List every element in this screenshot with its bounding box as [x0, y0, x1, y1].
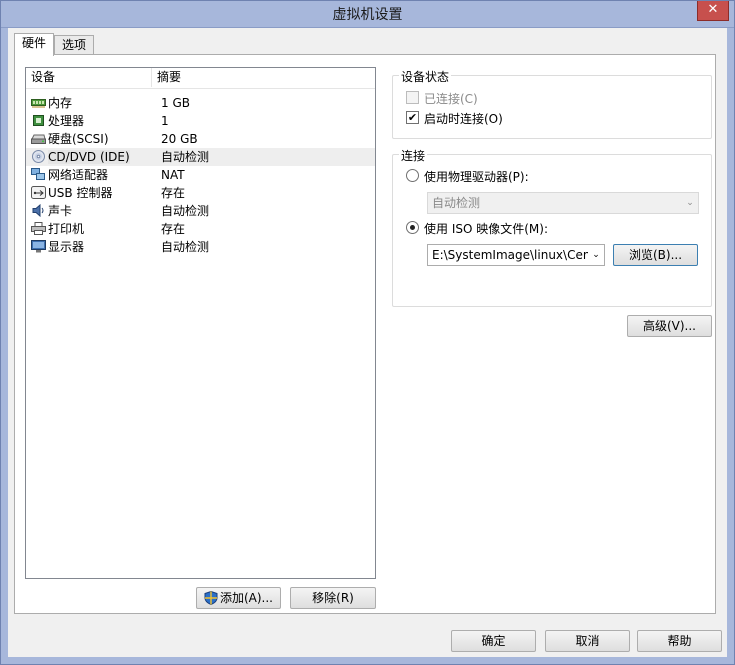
advanced-label: 高级(V)... — [642, 319, 697, 333]
iso-path-value: E:\SystemImage\linux\Cent — [432, 248, 596, 262]
cd-dvd-icon — [31, 150, 46, 163]
tab-options-label: 选项 — [61, 38, 86, 52]
use-physical-drive-label: 使用物理驱动器(P): — [424, 170, 529, 184]
browse-label: 浏览(B)... — [628, 248, 683, 262]
device-name: 声卡 — [48, 204, 73, 218]
remove-device-label: 移除(R) — [312, 591, 354, 605]
cancel-label: 取消 — [575, 634, 600, 648]
device-name: 处理器 — [48, 114, 85, 128]
device-summary: NAT — [161, 168, 185, 182]
device-summary: 1 GB — [161, 96, 190, 110]
remove-device-button[interactable]: 移除(R) — [290, 587, 376, 609]
ok-label: 确定 — [481, 634, 506, 648]
cancel-button[interactable]: 取消 — [545, 630, 630, 652]
connected-checkbox[interactable] — [406, 91, 419, 104]
network-adapter-icon — [31, 168, 46, 181]
help-button[interactable]: 帮助 — [637, 630, 722, 652]
device-name: USB 控制器 — [48, 186, 113, 200]
window-title: 虚拟机设置 — [332, 7, 403, 23]
device-name: 显示器 — [48, 240, 85, 254]
use-physical-drive-radio[interactable] — [406, 169, 419, 182]
device-status-title: 设备状态 — [399, 68, 452, 85]
device-summary: 20 GB — [161, 132, 198, 146]
device-row-printer[interactable]: 打印机 存在 — [26, 220, 375, 238]
add-device-label: 添加(A)... — [219, 591, 274, 605]
chevron-down-icon: ⌄ — [588, 245, 604, 265]
device-row-processor[interactable]: 处理器 1 — [26, 112, 375, 130]
connect-at-power-on-checkbox[interactable]: ✔ — [406, 111, 419, 124]
connection-title: 连接 — [399, 147, 428, 164]
close-icon: ✕ — [707, 2, 719, 17]
device-name: 内存 — [48, 96, 73, 110]
display-icon — [31, 240, 46, 253]
check-icon: ✔ — [407, 111, 418, 124]
device-summary: 自动检测 — [161, 150, 210, 164]
memory-icon — [31, 96, 46, 109]
connection-group: 连接 使用物理驱动器(P): 自动检测 ⌄ 使用 ISO 映像文件(M): E:… — [392, 147, 712, 307]
use-iso-label: 使用 ISO 映像文件(M): — [424, 222, 548, 236]
dialog-client-area: 硬件 选项 设备 摘要 内存 1 GB 处理器 1 硬盘(SCSI) 20 GB… — [8, 28, 727, 657]
device-row-display[interactable]: 显示器 自动检测 — [26, 238, 375, 256]
iso-path-combo[interactable]: E:\SystemImage\linux\Cent ⌄ — [427, 244, 605, 266]
device-row-network-adapter[interactable]: 网络适配器 NAT — [26, 166, 375, 184]
physical-drive-select[interactable]: 自动检测 ⌄ — [427, 192, 699, 214]
device-row-usb-controller[interactable]: USB 控制器 存在 — [26, 184, 375, 202]
tab-options[interactable]: 选项 — [54, 35, 94, 55]
hardware-panel: 设备 摘要 内存 1 GB 处理器 1 硬盘(SCSI) 20 GB CD/DV… — [14, 54, 716, 614]
printer-icon — [31, 222, 46, 235]
use-iso-radio[interactable] — [406, 221, 419, 234]
device-summary: 存在 — [161, 186, 186, 200]
processor-icon — [31, 114, 46, 127]
device-summary: 存在 — [161, 222, 186, 236]
connect-at-power-on-label: 启动时连接(O) — [424, 112, 503, 126]
device-row-memory[interactable]: 内存 1 GB — [26, 94, 375, 112]
tab-hardware-label: 硬件 — [21, 36, 46, 50]
physical-drive-value: 自动检测 — [432, 196, 481, 210]
title-bar: 虚拟机设置 ✕ — [0, 0, 735, 28]
device-list[interactable]: 设备 摘要 内存 1 GB 处理器 1 硬盘(SCSI) 20 GB CD/DV… — [25, 67, 376, 579]
device-list-header: 设备 摘要 — [26, 68, 375, 89]
tab-hardware[interactable]: 硬件 — [14, 33, 54, 56]
device-summary: 自动检测 — [161, 240, 210, 254]
chevron-down-icon: ⌄ — [682, 193, 698, 213]
close-button[interactable]: ✕ — [697, 0, 729, 21]
column-header-summary[interactable]: 摘要 — [152, 68, 357, 87]
help-label: 帮助 — [667, 634, 692, 648]
device-name: 网络适配器 — [48, 168, 109, 182]
ok-button[interactable]: 确定 — [451, 630, 536, 652]
add-device-button[interactable]: 添加(A)... — [196, 587, 281, 609]
device-name: 打印机 — [48, 222, 85, 236]
browse-button[interactable]: 浏览(B)... — [613, 244, 698, 266]
connected-label: 已连接(C) — [424, 92, 478, 106]
device-row-sound-card[interactable]: 声卡 自动检测 — [26, 202, 375, 220]
device-status-group: 设备状态 已连接(C) ✔ 启动时连接(O) — [392, 68, 712, 139]
device-row-hard-disk[interactable]: 硬盘(SCSI) 20 GB — [26, 130, 375, 148]
column-header-device[interactable]: 设备 — [26, 68, 152, 87]
sound-card-icon — [31, 203, 46, 218]
device-summary: 1 — [161, 114, 169, 128]
usb-icon — [31, 186, 46, 199]
device-row-cd-dvd[interactable]: CD/DVD (IDE) 自动检测 — [26, 148, 375, 166]
shield-icon — [204, 590, 218, 606]
advanced-button[interactable]: 高级(V)... — [627, 315, 712, 337]
device-name: 硬盘(SCSI) — [48, 132, 109, 146]
device-name: CD/DVD (IDE) — [48, 150, 130, 164]
device-summary: 自动检测 — [161, 204, 210, 218]
hard-disk-icon — [31, 132, 46, 145]
